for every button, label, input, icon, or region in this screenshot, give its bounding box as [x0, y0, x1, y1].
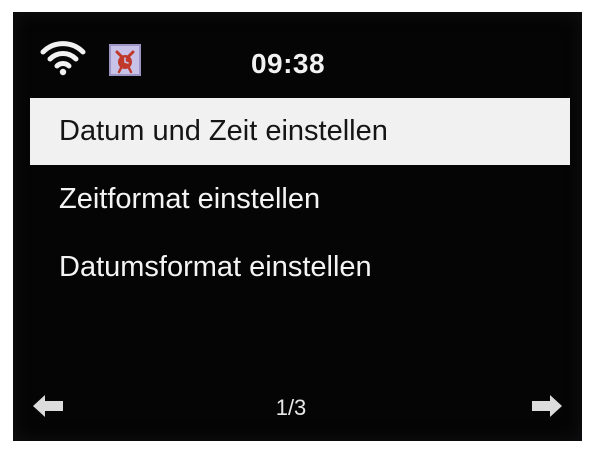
menu-item-set-date-time[interactable]: Datum und Zeit einstellen — [30, 98, 570, 165]
menu-item-time-format[interactable]: Zeitformat einstellen — [30, 166, 570, 233]
device-screen: 09:38 Datum und Zeit einstellen Zeitform… — [13, 12, 582, 441]
clock-time: 09:38 — [250, 48, 326, 79]
menu-item-date-format[interactable]: Datumsformat einstellen — [30, 234, 570, 301]
settings-menu: Datum und Zeit einstellen Zeitformat ein… — [30, 98, 570, 302]
status-bar: 09:38 — [13, 12, 582, 98]
navigation-bar: 1/3 — [13, 377, 582, 427]
arrow-right-icon[interactable] — [530, 393, 564, 419]
page-indicator: 1/3 — [275, 395, 307, 420]
